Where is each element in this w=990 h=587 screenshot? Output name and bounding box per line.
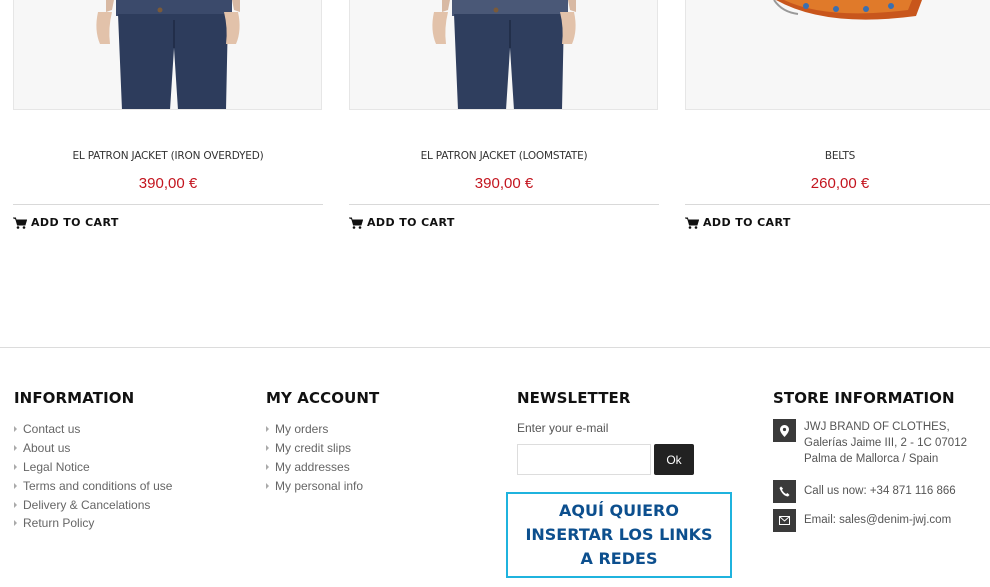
store-title: STORE INFORMATION <box>773 389 955 407</box>
footer-link-terms[interactable]: Terms and conditions of use <box>14 476 172 495</box>
bullet-icon <box>14 520 17 527</box>
footer-link-return[interactable]: Return Policy <box>14 514 172 533</box>
footer-divider <box>0 347 990 348</box>
store-email-text[interactable]: Email: sales@denim-jwj.com <box>804 512 951 528</box>
social-links-placeholder: AQUÍ QUIERO INSERTAR LOS LINKS A REDES <box>506 492 732 578</box>
newsletter-label: Enter your e-mail <box>517 421 609 435</box>
add-to-cart-button[interactable]: ADD TO CART <box>685 216 791 229</box>
store-phone: Call us now: +34 871 116 866 <box>773 480 956 503</box>
product-image[interactable] <box>13 0 322 110</box>
store-address-text: JWJ BRAND OF CLOTHES, Galerías Jaime III… <box>804 421 967 465</box>
add-to-cart-button[interactable]: ADD TO CART <box>13 216 119 229</box>
phone-icon <box>773 480 796 503</box>
account-title: MY ACCOUNT <box>266 389 380 407</box>
link-label: My addresses <box>275 459 350 474</box>
bullet-icon <box>266 463 269 470</box>
bullet-icon <box>14 482 17 489</box>
store-phone-text: Call us now: +34 871 116 866 <box>804 485 956 497</box>
product-price: 260,00 € <box>810 175 870 192</box>
link-label: About us <box>23 441 71 456</box>
product-image[interactable] <box>685 0 990 110</box>
information-links: Contact us About us Legal Notice Terms a… <box>14 420 172 533</box>
footer-link-orders[interactable]: My orders <box>266 420 363 439</box>
cart-icon <box>13 217 27 229</box>
footer-link-contact[interactable]: Contact us <box>14 420 172 439</box>
link-label: Legal Notice <box>23 459 90 474</box>
link-label: Return Policy <box>23 516 95 531</box>
product-image[interactable] <box>349 0 658 110</box>
bullet-icon <box>14 463 17 470</box>
envelope-icon <box>773 509 796 532</box>
product-price: 390,00 € <box>474 175 534 192</box>
divider <box>349 204 659 205</box>
cart-icon <box>685 217 699 229</box>
add-to-cart-label: ADD TO CART <box>31 216 119 229</box>
add-to-cart-button[interactable]: ADD TO CART <box>349 216 455 229</box>
newsletter-title: NEWSLETTER <box>517 389 631 407</box>
store-email: Email: sales@denim-jwj.com <box>773 509 951 532</box>
product-name[interactable]: EL PATRON JACKET (LOOMSTATE) <box>349 150 659 162</box>
bullet-icon <box>14 426 17 433</box>
footer-link-delivery[interactable]: Delivery & Cancelations <box>14 495 172 514</box>
footer-link-about[interactable]: About us <box>14 439 172 458</box>
link-label: My credit slips <box>275 441 352 456</box>
footer-link-legal[interactable]: Legal Notice <box>14 458 172 477</box>
store-address: JWJ BRAND OF CLOTHES, Galerías Jaime III… <box>773 419 967 467</box>
bullet-icon <box>266 426 269 433</box>
bullet-icon <box>14 501 17 508</box>
bullet-icon <box>14 445 17 452</box>
link-label: Delivery & Cancelations <box>23 497 151 512</box>
add-to-cart-label: ADD TO CART <box>367 216 455 229</box>
link-label: Terms and conditions of use <box>23 478 173 493</box>
footer-link-credit-slips[interactable]: My credit slips <box>266 439 363 458</box>
newsletter-email-input[interactable] <box>517 444 651 475</box>
footer-link-addresses[interactable]: My addresses <box>266 458 363 477</box>
cart-icon <box>349 217 363 229</box>
product-name[interactable]: EL PATRON JACKET (IRON OVERDYED) <box>13 150 323 162</box>
information-title: INFORMATION <box>14 389 135 407</box>
belt-icon <box>686 0 990 109</box>
divider <box>13 204 323 205</box>
product-price: 390,00 € <box>138 175 198 192</box>
bullet-icon <box>266 445 269 452</box>
add-to-cart-label: ADD TO CART <box>703 216 791 229</box>
map-marker-icon <box>773 419 796 442</box>
bullet-icon <box>266 482 269 489</box>
link-label: My personal info <box>275 478 364 493</box>
link-label: My orders <box>275 422 329 437</box>
jeans-man-icon <box>350 0 657 109</box>
link-label: Contact us <box>23 422 81 437</box>
jeans-man-icon <box>14 0 321 109</box>
product-name[interactable]: BELTS <box>685 150 990 162</box>
newsletter-submit-button[interactable]: Ok <box>654 444 694 475</box>
footer-link-personal-info[interactable]: My personal info <box>266 476 363 495</box>
account-links: My orders My credit slips My addresses M… <box>266 420 363 495</box>
divider <box>685 204 990 205</box>
